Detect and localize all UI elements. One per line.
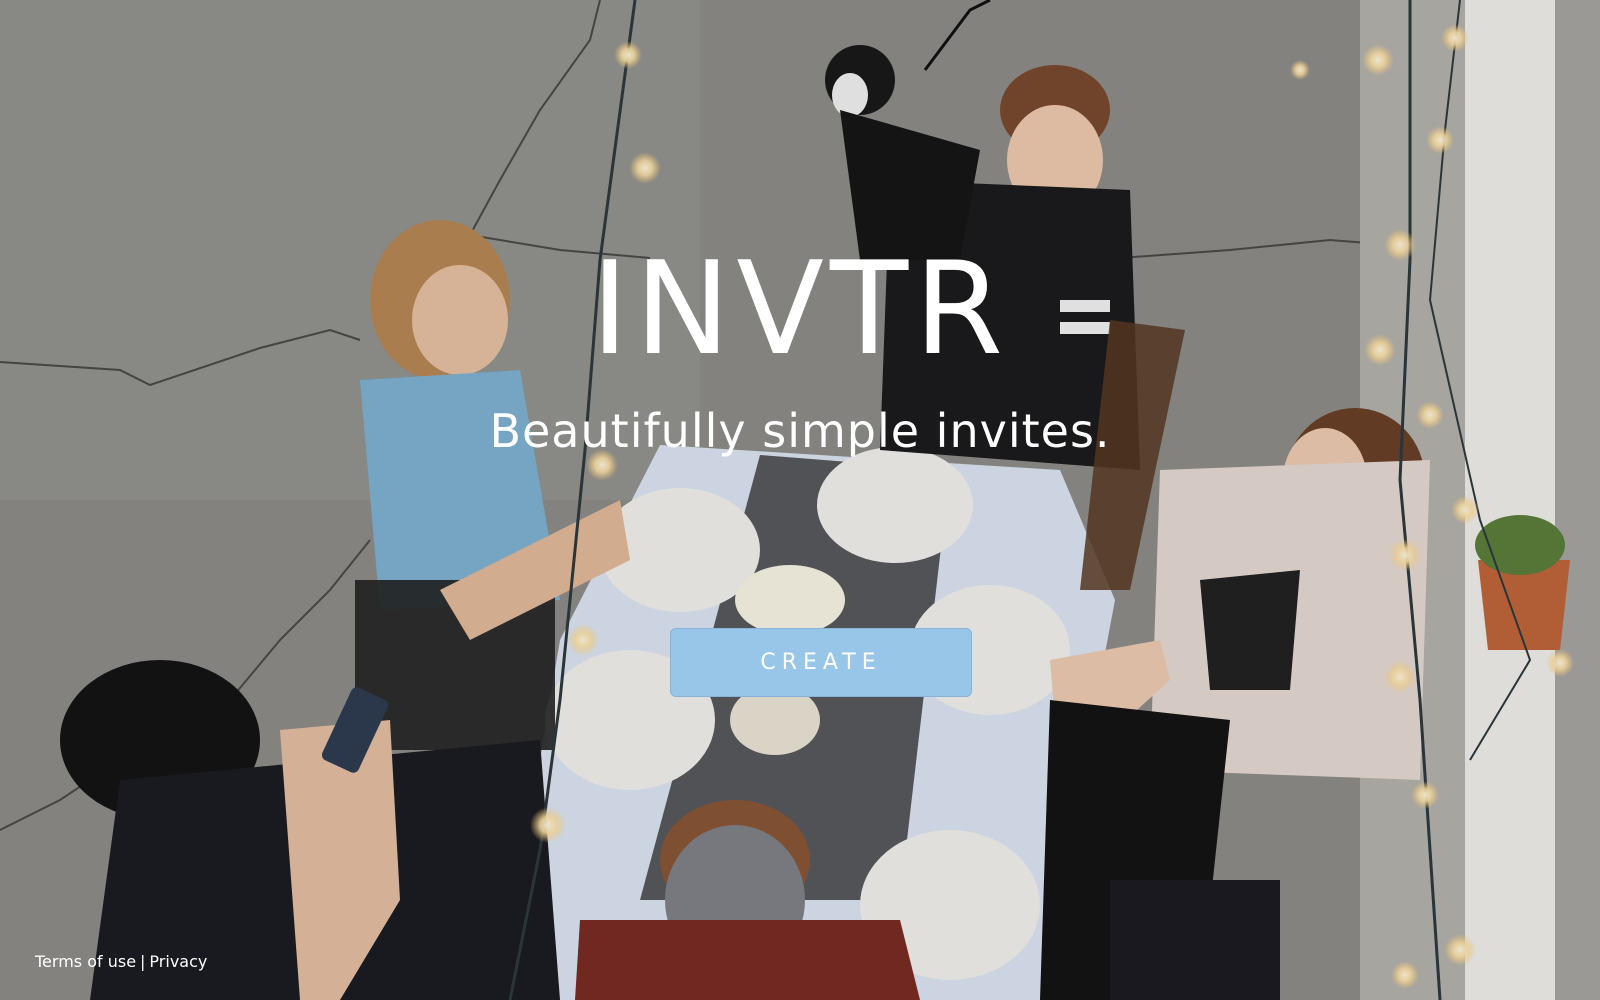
footer-separator: | xyxy=(140,952,146,971)
footer-links: Terms of use | Privacy xyxy=(35,952,207,972)
tagline: Beautifully simple invites. xyxy=(489,404,1111,458)
hero-section: INVTR Beautifully simple invites. CREATE… xyxy=(0,0,1600,1000)
privacy-link[interactable]: Privacy xyxy=(149,952,207,971)
create-button[interactable]: CREATE xyxy=(670,628,972,697)
brand-logo: INVTR xyxy=(590,235,1010,384)
terms-of-use-link[interactable]: Terms of use xyxy=(35,952,136,971)
background-photo xyxy=(0,0,1600,1000)
